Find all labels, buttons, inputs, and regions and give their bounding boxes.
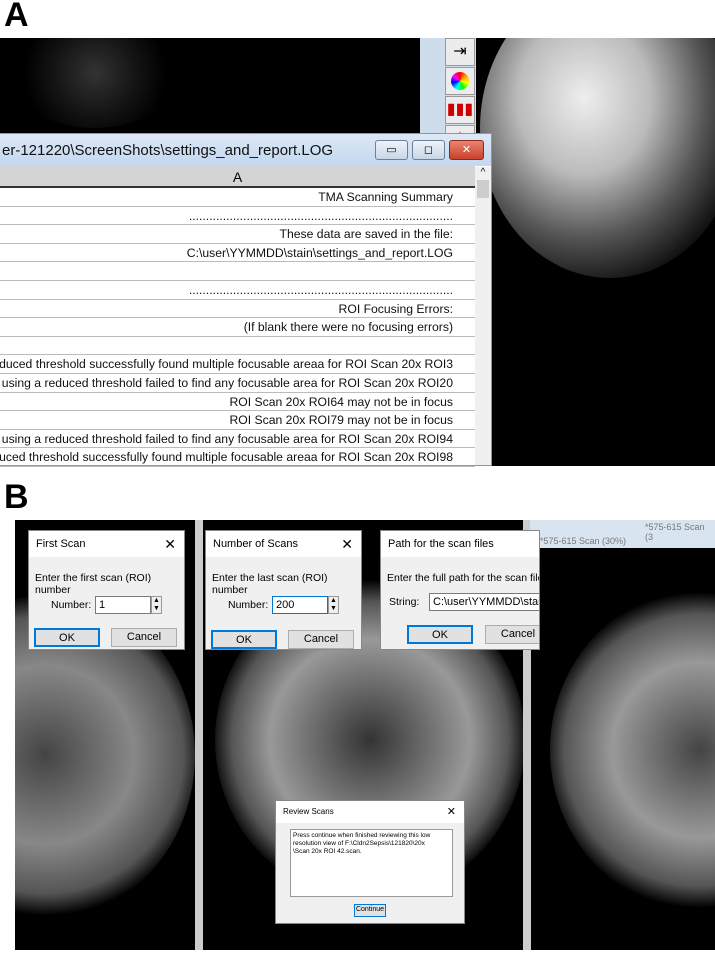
- log-row[interactable]: ........................................…: [0, 281, 475, 300]
- log-row[interactable]: t using a reduced threshold failed to fi…: [0, 430, 475, 449]
- move-icon[interactable]: ⇥: [445, 38, 475, 66]
- first-scan-input[interactable]: 1: [95, 596, 151, 614]
- tissue-image-right: [550, 590, 715, 910]
- cancel-button[interactable]: Cancel: [111, 628, 177, 647]
- prompt: Enter the last scan (ROI) number: [212, 572, 328, 596]
- color-wheel-icon[interactable]: [445, 67, 475, 95]
- first-scan-dialog: First Scan ✕ Enter the first scan (ROI) n…: [28, 530, 185, 650]
- tissue-image-topleft: [10, 38, 180, 128]
- ok-button[interactable]: OK: [407, 625, 473, 644]
- log-cell-text: educed threshold successfully found mult…: [0, 357, 453, 372]
- string-label: String:: [389, 596, 420, 608]
- ok-button[interactable]: OK: [34, 628, 100, 647]
- divider: [195, 520, 203, 950]
- restore-icon[interactable]: ◻: [412, 140, 445, 160]
- log-row[interactable]: [0, 337, 475, 356]
- close-icon[interactable]: ✕: [341, 531, 353, 557]
- log-row[interactable]: ROI Scan 20x ROI79 may not be in focus: [0, 411, 475, 430]
- log-cell-text: (If blank there were no focusing errors): [243, 320, 453, 335]
- column-header-a[interactable]: A: [0, 166, 475, 188]
- log-row[interactable]: [0, 262, 475, 281]
- log-cell-text: C:\user\YYMMDD\stain\settings_and_report…: [186, 245, 453, 260]
- scan-path-dialog: Path for the scan files Enter the full p…: [380, 530, 540, 650]
- log-cell-text: duced threshold successfully found multi…: [0, 450, 453, 465]
- log-row[interactable]: educed threshold successfully found mult…: [0, 355, 475, 374]
- log-cell-text: t using a reduced threshold failed to fi…: [0, 431, 453, 446]
- log-cell-text: ROI Scan 20x ROI79 may not be in focus: [229, 413, 453, 428]
- continue-button[interactable]: Continue: [354, 904, 386, 917]
- log-cell-text: ........................................…: [188, 282, 453, 297]
- dialog-title: Review Scans: [283, 807, 334, 816]
- log-row[interactable]: (If blank there were no focusing errors): [0, 318, 475, 337]
- number-of-scans-dialog: Number of Scans ✕ Enter the last scan (RO…: [205, 530, 362, 650]
- channel-levels-icon[interactable]: ▮▮▮: [445, 96, 475, 124]
- log-rows: TMA Scanning Summary....................…: [0, 188, 475, 467]
- tissue-image-right: [480, 38, 715, 278]
- minimize-icon[interactable]: ▭: [375, 140, 408, 160]
- log-cell-text: ROI Focusing Errors:: [338, 301, 453, 316]
- number-spinner[interactable]: ▲ ▼: [151, 596, 162, 614]
- log-cell-text: TMA Scanning Summary: [318, 190, 453, 204]
- review-scans-dialog: Review Scans ✕ Press continue when finish…: [275, 800, 465, 924]
- panel-label-b: B: [4, 478, 29, 516]
- prompt: Enter the first scan (ROI) number: [35, 572, 152, 596]
- dialog-title: Path for the scan files: [388, 538, 494, 550]
- cancel-button[interactable]: Cancel: [485, 625, 539, 644]
- close-icon[interactable]: ✕: [164, 531, 176, 557]
- log-row[interactable]: ROI Scan 20x ROI64 may not be in focus: [0, 393, 475, 412]
- vertical-scrollbar[interactable]: ^: [475, 167, 491, 465]
- close-icon[interactable]: ✕: [447, 801, 456, 823]
- dialog-title: First Scan: [36, 538, 86, 550]
- number-spinner[interactable]: ▲ ▼: [328, 596, 339, 614]
- log-row[interactable]: ROI Focusing Errors:: [0, 300, 475, 319]
- log-cell-text: These data are saved in the file:: [279, 227, 453, 242]
- scan-window-title-2: *575-615 Scan (3: [645, 522, 705, 542]
- number-label: Number:: [51, 599, 92, 611]
- last-scan-input[interactable]: 200: [272, 596, 328, 614]
- panel-label-a: A: [4, 0, 29, 34]
- log-row[interactable]: TMA Scanning Summary: [0, 188, 475, 207]
- scan-path-input[interactable]: C:\user\YYMMDD\stain: [429, 593, 539, 611]
- log-row[interactable]: duced threshold successfully found multi…: [0, 448, 475, 467]
- log-window: er-121220\ScreenShots\settings_and_repor…: [0, 133, 492, 467]
- close-icon[interactable]: ✕: [449, 140, 484, 160]
- number-label: Number:: [228, 599, 269, 611]
- log-cell-text: ........................................…: [188, 208, 453, 223]
- log-cell-text: ROI Scan 20x ROI64 may not be in focus: [229, 394, 453, 409]
- log-cell-text: t using a reduced threshold failed to fi…: [0, 375, 453, 390]
- review-message: Press continue when finished reviewing t…: [293, 832, 431, 855]
- cancel-button[interactable]: Cancel: [288, 630, 354, 649]
- prompt: Enter the full path for the scan file di: [387, 572, 540, 584]
- dialog-title: Number of Scans: [213, 538, 298, 550]
- log-row[interactable]: t using a reduced threshold failed to fi…: [0, 374, 475, 393]
- log-row[interactable]: C:\user\YYMMDD\stain\settings_and_report…: [0, 244, 475, 263]
- log-row[interactable]: ........................................…: [0, 207, 475, 226]
- log-row[interactable]: These data are saved in the file:: [0, 225, 475, 244]
- ok-button[interactable]: OK: [211, 630, 277, 649]
- review-message-box[interactable]: Press continue when finished reviewing t…: [290, 829, 453, 897]
